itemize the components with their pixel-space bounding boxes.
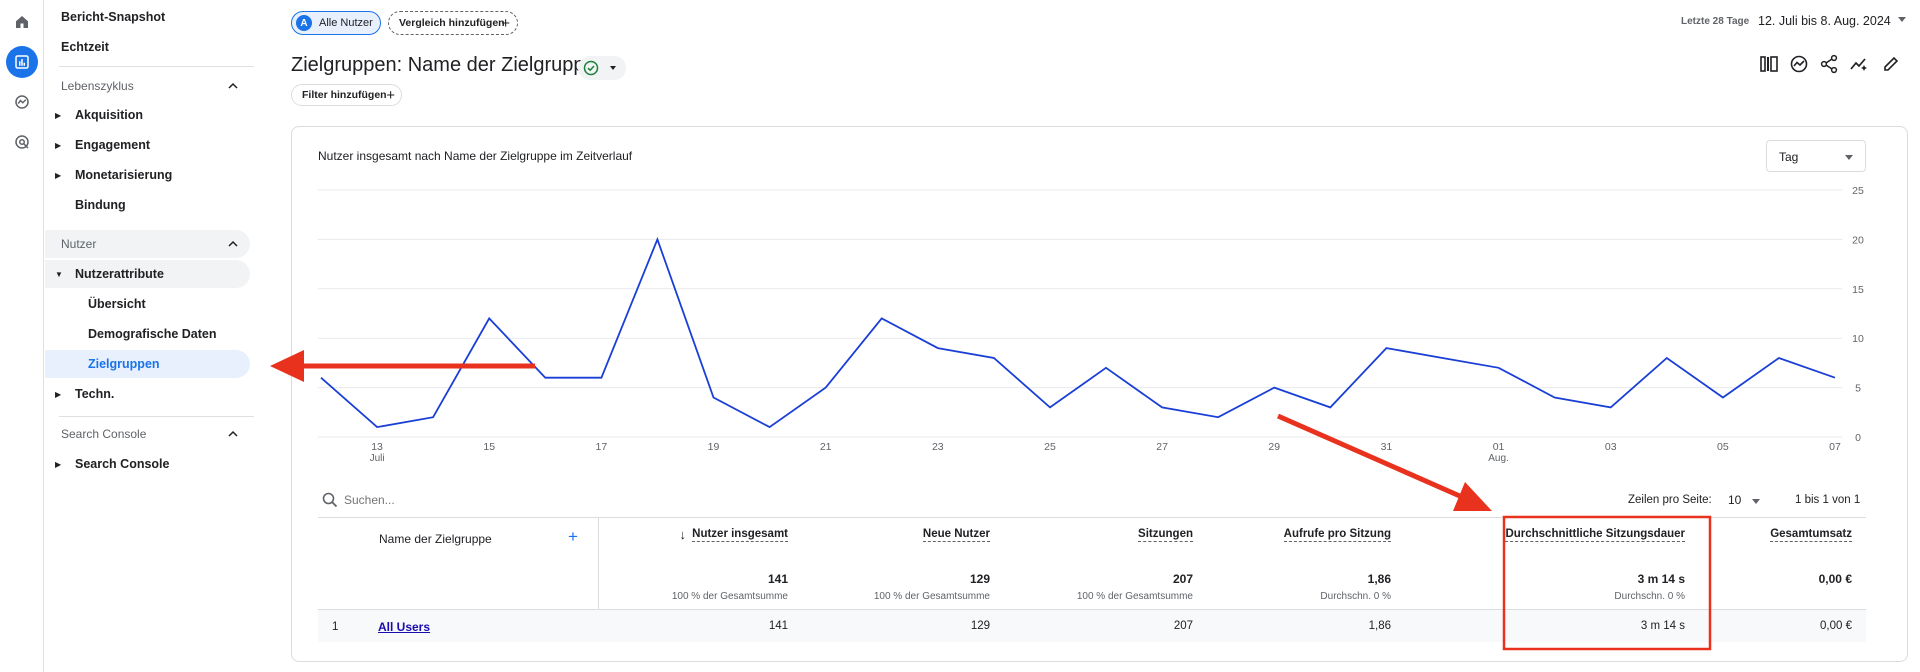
annotation-layer: [270, 350, 1712, 651]
arrow-down-right-annotation: [1276, 413, 1492, 511]
highlight-box-annotation: [1502, 515, 1712, 651]
arrow-left-annotation: [270, 350, 535, 382]
